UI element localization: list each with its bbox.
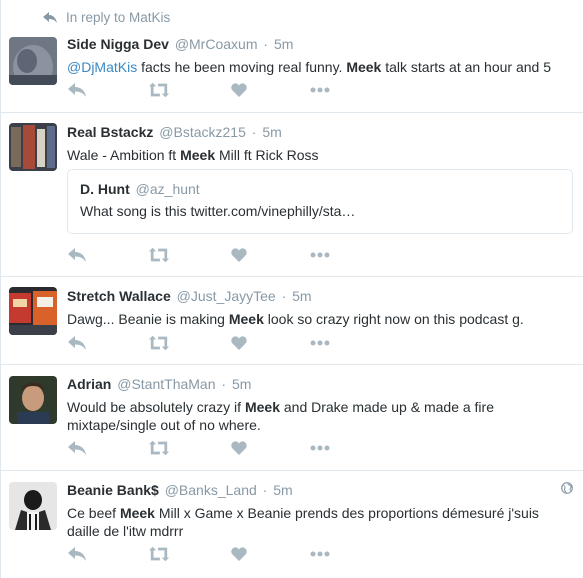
more-button[interactable] [309, 245, 331, 265]
author-name[interactable]: Adrian [67, 376, 111, 392]
tweet[interactable]: Side Nigga Dev @MrCoaxum · 5m @DjMatKis … [1, 0, 583, 113]
quoted-tweet-text: What song is this twitter.com/vinephilly… [80, 203, 356, 219]
reply-button[interactable] [67, 245, 87, 265]
author-name[interactable]: Beanie Bank$ [67, 482, 159, 498]
separator-dot: · [262, 482, 268, 498]
retweet-button[interactable] [149, 544, 169, 564]
quoted-author-handle: @az_hunt [135, 181, 200, 197]
more-icon [310, 551, 330, 557]
like-button[interactable] [229, 245, 249, 265]
quoted-tweet[interactable]: D. Hunt @az_hunt What song is this twitt… [67, 169, 573, 234]
author-handle[interactable]: @Banks_Land [165, 482, 257, 498]
reply-icon [68, 336, 86, 350]
reply-button[interactable] [67, 80, 87, 100]
retweet-icon [149, 440, 169, 456]
reply-icon [68, 83, 86, 97]
quoted-author-name: D. Hunt [80, 181, 130, 197]
like-icon [231, 441, 247, 455]
author-handle[interactable]: @StantThaMan [117, 376, 215, 392]
avatar[interactable] [9, 37, 57, 85]
timestamp[interactable]: 5m [273, 482, 292, 498]
highlighted-keyword: Meek [119, 505, 155, 521]
reply-icon [68, 547, 86, 561]
like-button[interactable] [229, 80, 249, 100]
separator-dot: · [251, 124, 257, 140]
tweet-text: Would be absolutely crazy if Meek and Dr… [67, 399, 494, 433]
timeline: In reply to MatKis Side Nigga Dev @MrCoa… [0, 0, 583, 578]
tweet[interactable]: Beanie Bank$ @Banks_Land · 5m Ce beef Me… [1, 471, 583, 578]
tweet-text: Ce beef Meek Mill x Game x Beanie prends… [67, 505, 539, 539]
separator-dot: · [221, 376, 227, 392]
tweet-text: Dawg... Beanie is making Meek look so cr… [67, 311, 524, 327]
author-handle[interactable]: @MrCoaxum [175, 36, 258, 52]
like-icon [231, 547, 247, 561]
avatar[interactable] [9, 287, 57, 335]
more-button[interactable] [309, 80, 331, 100]
tweet[interactable]: Stretch Wallace @Just_JayyTee · 5m Dawg.… [1, 277, 583, 365]
more-button[interactable] [309, 438, 331, 458]
author-name[interactable]: Real Bstackz [67, 124, 153, 140]
author-name[interactable]: Side Nigga Dev [67, 36, 169, 52]
retweet-button[interactable] [149, 438, 169, 458]
more-icon [310, 87, 330, 93]
like-button[interactable] [229, 544, 249, 564]
tweet-text: Wale - Ambition ft Meek Mill ft Rick Ros… [67, 147, 319, 163]
like-button[interactable] [229, 333, 249, 353]
reply-button[interactable] [67, 544, 87, 564]
retweet-button[interactable] [149, 333, 169, 353]
more-icon [310, 252, 330, 258]
like-button[interactable] [229, 438, 249, 458]
retweet-icon [149, 82, 169, 98]
retweet-button[interactable] [149, 245, 169, 265]
separator-dot: · [263, 36, 269, 52]
retweet-icon [149, 335, 169, 351]
highlighted-keyword: Meek [180, 147, 216, 163]
globe-icon [561, 481, 573, 499]
more-icon [310, 445, 330, 451]
tweet[interactable]: Adrian @StantThaMan · 5m Would be absolu… [1, 365, 583, 471]
like-icon [231, 83, 247, 97]
avatar[interactable] [9, 123, 57, 171]
highlighted-keyword: Meek [346, 59, 382, 75]
reply-button[interactable] [67, 438, 87, 458]
retweet-icon [149, 546, 169, 562]
avatar[interactable] [9, 376, 57, 424]
more-icon [310, 340, 330, 346]
like-icon [231, 336, 247, 350]
highlighted-keyword: Meek [228, 311, 264, 327]
tweet-text: @DjMatKis facts he been moving real funn… [67, 59, 551, 75]
retweet-button[interactable] [149, 80, 169, 100]
more-button[interactable] [309, 544, 331, 564]
tweet[interactable]: Real Bstackz @Bstackz215 · 5m Wale - Amb… [1, 113, 583, 277]
reply-icon [68, 441, 86, 455]
separator-dot: · [281, 288, 287, 304]
timestamp[interactable]: 5m [292, 288, 311, 304]
author-name[interactable]: Stretch Wallace [67, 288, 171, 304]
like-icon [231, 248, 247, 262]
timestamp[interactable]: 5m [262, 124, 281, 140]
retweet-icon [149, 247, 169, 263]
mention-link[interactable]: @DjMatKis [67, 59, 137, 75]
reply-button[interactable] [67, 333, 87, 353]
timestamp[interactable]: 5m [232, 376, 251, 392]
reply-icon [68, 248, 86, 262]
author-handle[interactable]: @Bstackz215 [159, 124, 246, 140]
timestamp[interactable]: 5m [274, 36, 293, 52]
author-handle[interactable]: @Just_JayyTee [177, 288, 276, 304]
highlighted-keyword: Meek [244, 399, 280, 415]
avatar[interactable] [9, 482, 57, 530]
more-button[interactable] [309, 333, 331, 353]
